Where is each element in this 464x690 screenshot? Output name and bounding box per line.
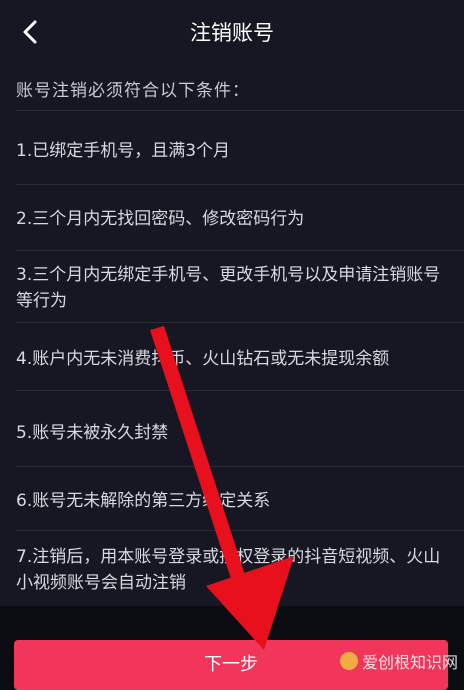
divider (16, 322, 464, 323)
condition-item: 6.账号无未解除的第三方绑定关系 (16, 491, 271, 511)
conditions-panel: 账号注销必须符合以下条件： 1.已绑定手机号，且满3个月 2.三个月内无找回密码… (0, 66, 464, 606)
divider (16, 466, 464, 467)
divider (16, 250, 464, 251)
divider (16, 110, 464, 111)
condition-item: 3.三个月内无绑定手机号、更改手机号以及申请注销账号等行为 (16, 265, 441, 311)
condition-item: 4.账户内无未消费抖币、火山钻石或无未提现余额 (16, 349, 390, 369)
condition-item: 7.注销后，用本账号登录或授权登录的抖音短视频、火山小视频账号会自动注销 (16, 547, 441, 593)
watermark-text: 爱创根知识网 (361, 653, 458, 672)
chevron-left-icon (23, 20, 37, 44)
intro-text: 账号注销必须符合以下条件： (16, 81, 250, 101)
page-title: 注销账号 (190, 21, 274, 45)
divider (16, 184, 464, 185)
divider (16, 390, 464, 391)
top-bar: 注销账号 (0, 0, 464, 66)
watermark: 爱创根知识网 (339, 649, 458, 673)
back-button[interactable] (14, 16, 46, 48)
condition-item: 5.账号未被永久封禁 (16, 423, 169, 443)
divider (16, 530, 464, 531)
condition-item: 1.已绑定手机号，且满3个月 (16, 141, 231, 161)
condition-item: 2.三个月内无找回密码、修改密码行为 (16, 209, 305, 229)
watermark-logo-icon (339, 652, 358, 670)
